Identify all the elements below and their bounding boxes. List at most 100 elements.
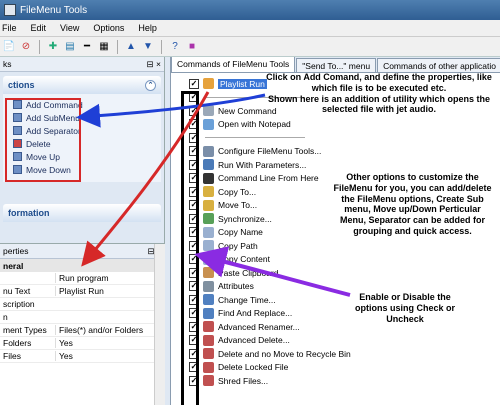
property-row[interactable]: nu Text Playlist Run <box>0 285 165 298</box>
command-icon <box>203 159 214 171</box>
toolbar: 📄 ⊘ ✚ ▤ ━ ▦ ▲ ▼ ? ■ <box>0 37 500 57</box>
properties-scrollbar[interactable] <box>154 244 165 405</box>
command-label: Run With Parameters... <box>218 159 307 170</box>
command-item[interactable]: ✓ Advanced Delete... <box>189 334 500 348</box>
command-icon <box>203 172 214 184</box>
tab-send-to[interactable]: "Send To..." menu <box>296 58 377 72</box>
delete-icon[interactable]: ⊘ <box>19 40 33 54</box>
properties-icon[interactable]: ▦ <box>97 40 111 54</box>
note-add-command: Click on Add Comand, and define the prop… <box>266 72 492 115</box>
command-item[interactable]: ✓ Shred Files... <box>189 374 500 388</box>
command-icon <box>203 348 214 360</box>
property-row[interactable]: n <box>0 311 165 324</box>
add-icon[interactable]: ✚ <box>46 40 60 54</box>
command-label: Configure FileMenu Tools... <box>218 146 322 157</box>
command-item[interactable]: ✓ Configure FileMenu Tools... <box>189 145 500 159</box>
property-row[interactable]: scription <box>0 298 165 311</box>
menu-edit[interactable]: Edit <box>31 23 47 33</box>
command-icon <box>203 186 214 198</box>
property-row[interactable]: Files Yes <box>0 350 165 363</box>
command-label: Open with Notepad <box>218 119 291 130</box>
menu-bar: File Edit View Options Help <box>0 20 500 37</box>
properties-pane: perties ⊟ × neral Run program nu TextPla… <box>0 243 165 405</box>
command-icon <box>203 307 214 319</box>
property-row[interactable]: Folders Yes <box>0 337 165 350</box>
command-item[interactable]: ✓ Run With Parameters... <box>189 158 500 172</box>
command-label: Synchronize... <box>218 213 272 224</box>
note-other-options: Other options to customize the FileMenu … <box>333 172 492 236</box>
note-check: Enable or Disable the options using Chec… <box>354 292 455 324</box>
property-row[interactable]: ment Types Files(*) and/or Folders <box>0 324 165 337</box>
command-icon <box>203 226 214 238</box>
command-label: Paste Clipboard <box>218 267 279 278</box>
command-item[interactable]: ✓ Delete and no Move to Recycle Bin <box>189 347 500 361</box>
command-icon <box>203 280 214 292</box>
command-icon <box>203 253 214 265</box>
command-label: Copy To... <box>218 186 257 197</box>
command-label: Attributes <box>218 281 254 292</box>
highlight-box <box>5 98 81 182</box>
properties-header: perties ⊟ × <box>0 244 165 259</box>
checkbox-highlight-box <box>181 91 199 405</box>
toolbar-separator <box>117 39 118 54</box>
help-icon[interactable]: ? <box>168 40 182 54</box>
command-icon <box>203 118 214 130</box>
command-label: Find And Replace... <box>218 308 293 319</box>
command-item[interactable]: ✓ Delete Locked File <box>189 361 500 375</box>
command-icon <box>203 321 214 333</box>
command-icon <box>203 375 214 387</box>
pin-icon[interactable]: ⊟ × <box>147 59 161 70</box>
registry-icon[interactable]: ■ <box>185 40 199 54</box>
command-item[interactable]: ✓ Paste Clipboard <box>189 266 500 280</box>
command-item[interactable]: ✓ Copy Content <box>189 253 500 267</box>
command-icon <box>203 334 214 346</box>
tasks-pane: ks ⊟ × ctions ⌃ Add Command Add SubMenu … <box>0 57 165 405</box>
move-up-icon[interactable]: ▲ <box>124 40 138 54</box>
actions-list: Add Command Add SubMenu Add Separator De… <box>3 94 161 182</box>
command-label: Delete and no Move to Recycle Bin <box>218 348 351 359</box>
add-separator-icon[interactable]: ━ <box>80 40 94 54</box>
tab-strip: Commands of FileMenu Tools "Send To..." … <box>171 57 500 73</box>
command-icon <box>203 240 214 252</box>
command-item[interactable]: ✓ Attributes <box>189 280 500 294</box>
new-icon[interactable]: 📄 <box>2 40 16 54</box>
command-checkbox[interactable]: ✓ <box>189 78 199 89</box>
command-icon <box>203 199 214 211</box>
command-label: Move To... <box>218 200 258 211</box>
collapse-icon[interactable]: ⌃ <box>145 79 156 91</box>
command-label: Advanced Delete... <box>218 335 290 346</box>
property-row[interactable]: Run program <box>0 272 165 285</box>
window-title: FileMenu Tools <box>20 4 88 16</box>
command-item[interactable]: ✓ Copy Path <box>189 239 500 253</box>
command-label: Copy Path <box>218 240 258 251</box>
command-icon <box>203 213 214 225</box>
title-bar: FileMenu Tools <box>0 0 500 20</box>
actions-group-header[interactable]: ctions ⌃ <box>3 76 161 94</box>
tab-other-apps[interactable]: Commands of other applicatio <box>377 58 500 72</box>
command-label: Shred Files... <box>218 375 269 386</box>
separator-line <box>205 137 305 139</box>
command-icon <box>203 78 214 90</box>
command-item[interactable]: ✓ Open with Notepad <box>189 118 500 132</box>
add-submenu-icon[interactable]: ▤ <box>63 40 77 54</box>
menu-view[interactable]: View <box>60 23 79 33</box>
tab-commands[interactable]: Commands of FileMenu Tools <box>171 57 296 72</box>
toolbar-separator <box>39 39 40 54</box>
command-label: Advanced Renamer... <box>218 321 300 332</box>
move-down-icon[interactable]: ▼ <box>141 40 155 54</box>
command-label: Change Time... <box>218 294 276 305</box>
toolbar-separator <box>161 39 162 54</box>
command-icon <box>203 294 214 306</box>
tasks-pane-header: ks ⊟ × <box>0 57 164 72</box>
command-label: Command Line From Here <box>218 173 319 184</box>
menu-options[interactable]: Options <box>93 23 124 33</box>
command-icon <box>203 267 214 279</box>
app-icon <box>4 4 16 16</box>
menu-help[interactable]: Help <box>138 23 157 33</box>
command-icon <box>203 361 214 373</box>
command-label: Delete Locked File <box>218 362 289 373</box>
command-icon <box>203 145 214 157</box>
command-item[interactable]: ✓ <box>189 131 500 145</box>
information-group-header[interactable]: formation <box>3 204 161 222</box>
menu-file[interactable]: File <box>2 23 17 33</box>
